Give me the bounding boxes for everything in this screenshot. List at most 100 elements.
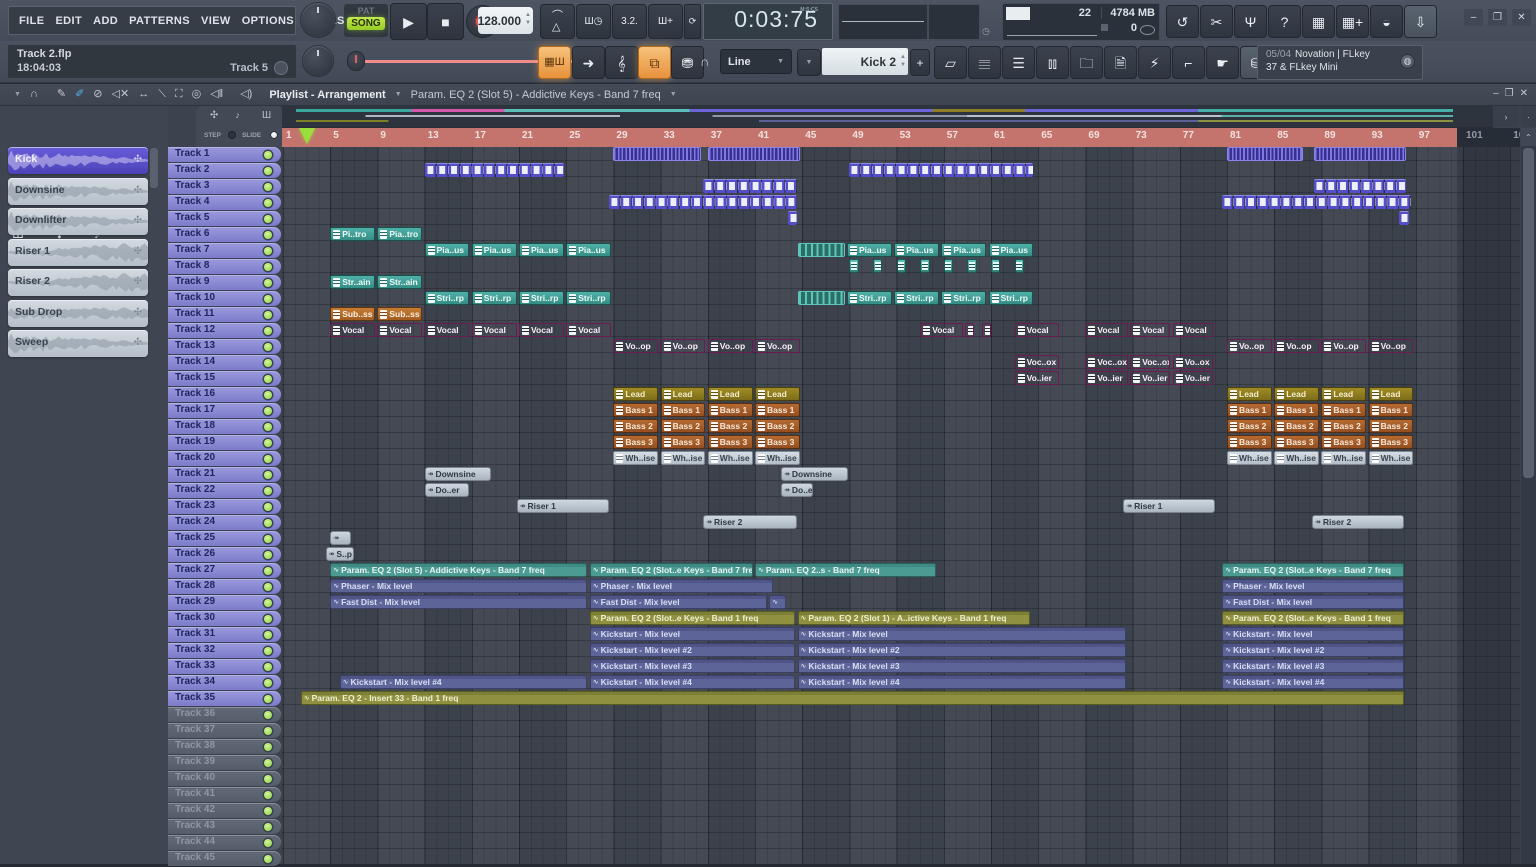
pattern-selector[interactable]: Kick 2 ▲▼: [822, 48, 908, 75]
clip-voc-ox[interactable]: Voc..ox: [1085, 355, 1128, 369]
pattern-card-downsine[interactable]: Downsine✣: [8, 178, 148, 205]
track-mute-led[interactable]: [264, 679, 272, 687]
stop-button[interactable]: ■: [427, 3, 464, 40]
add-pattern-button[interactable]: +: [910, 49, 930, 76]
clip-param-eq-2-slot-e-keys-band-7-freq[interactable]: ∿Param. EQ 2 (Slot..e Keys - Band 7 freq: [590, 563, 753, 577]
track-header-20[interactable]: Track 20: [168, 451, 281, 466]
save-as-button[interactable]: ▦+: [1336, 5, 1369, 38]
track-header-1[interactable]: Track 1: [168, 147, 281, 162]
channel-rack-button[interactable]: ☰: [1002, 46, 1035, 79]
clip-stri-rp[interactable]: Stri..rp: [519, 291, 564, 305]
clip-vocal[interactable]: Vocal: [472, 323, 517, 337]
touch-controller-button[interactable]: ☛: [1206, 46, 1239, 79]
playlist-grid[interactable]: Pi..troPia..troPia..usPia..usPia..usPia.…: [282, 147, 1520, 864]
countdown-button[interactable]: 3.2.: [612, 4, 647, 39]
clip-s-p[interactable]: ↠S..p: [326, 547, 354, 561]
clip-bass-3[interactable]: Bass 3: [708, 435, 753, 449]
playback-panel[interactable]: [928, 4, 980, 40]
picker-scrollbar[interactable]: [150, 148, 158, 188]
track-header-14[interactable]: Track 14: [168, 355, 281, 370]
track-mute-led[interactable]: [264, 327, 272, 335]
clip-vocal[interactable]: Vocal: [1015, 323, 1060, 337]
luxeverb-button[interactable]: ⌐: [1172, 46, 1205, 79]
track-header-19[interactable]: Track 19: [168, 435, 281, 450]
piano-roll-button[interactable]: 𝄙: [968, 46, 1001, 79]
channel-rack-focus-button[interactable]: ▦Ш: [538, 46, 571, 79]
clip-vocal[interactable]: Vocal: [1130, 323, 1170, 337]
clip-str-ain[interactable]: Str..ain: [377, 275, 422, 289]
clip-vo-op[interactable]: Vo..op: [661, 339, 706, 353]
clip-wh-ise[interactable]: Wh..ise: [613, 451, 658, 465]
clip-stri-rp[interactable]: Stri..rp: [566, 291, 611, 305]
track-mute-led[interactable]: [264, 439, 272, 447]
mixer-button[interactable]: ⫾⫾: [1036, 46, 1069, 79]
clip-pia-us[interactable]: Pia..us: [847, 243, 892, 257]
link-button[interactable]: ⧉: [638, 46, 671, 79]
metronome-button[interactable]: ⌒△: [540, 4, 575, 39]
track-mute-led[interactable]: [264, 375, 272, 383]
menu-item-edit[interactable]: EDIT: [55, 15, 82, 27]
minimap-scroll-right-button[interactable]: ›: [1493, 106, 1519, 127]
track-mute-led[interactable]: [264, 583, 272, 591]
clip-kickstart-mix-level-3[interactable]: ∿Kickstart - Mix level #3: [798, 659, 1126, 673]
clip-vocal[interactable]: Vocal: [1085, 323, 1128, 337]
track-mute-led[interactable]: [264, 423, 272, 431]
clip-vocal[interactable]: Vocal: [377, 323, 422, 337]
playback-tool-icon[interactable]: ◁‖: [210, 89, 223, 100]
clip-sq[interactable]: [967, 259, 976, 273]
wait-for-input-button[interactable]: Ш◷: [576, 4, 611, 39]
clip-sq[interactable]: [873, 259, 882, 273]
clip-kickstart-mix-level[interactable]: ∿Kickstart - Mix level: [590, 627, 795, 641]
track-mute-led[interactable]: [264, 775, 272, 783]
pattern-card-riser-2[interactable]: Riser 2✣: [8, 269, 148, 296]
clip-bass-2[interactable]: Bass 2: [613, 419, 658, 433]
clip-riser-2[interactable]: ↠Riser 2: [703, 515, 797, 529]
track-header-18[interactable]: Track 18: [168, 419, 281, 434]
clip-cells[interactable]: [609, 195, 798, 209]
window-close-button[interactable]: ✕: [1512, 9, 1531, 26]
clip-param-eq-2-s-band-7-freq[interactable]: ∿Param. EQ 2..s - Band 7 freq: [755, 563, 936, 577]
menu-item-options[interactable]: OPTIONS: [242, 15, 294, 27]
clip-sq[interactable]: [944, 259, 953, 273]
clip-lead[interactable]: Lead: [1274, 387, 1319, 401]
clip-kick[interactable]: [708, 147, 800, 161]
slider-handle[interactable]: [348, 52, 364, 70]
clip-lead[interactable]: Lead: [708, 387, 753, 401]
track-header-38[interactable]: Track 38: [168, 739, 281, 754]
clip-stri-rp[interactable]: Stri..rp: [847, 291, 892, 305]
clip-audio[interactable]: ↠: [330, 531, 351, 545]
pattern-card-downlifter[interactable]: Downlifter✣: [8, 208, 148, 235]
select-tool-icon[interactable]: ⛶: [175, 89, 183, 100]
draw-tool-icon[interactable]: ✎: [57, 89, 66, 100]
track-mute-led[interactable]: [264, 295, 272, 303]
clip-cells[interactable]: [1314, 179, 1406, 193]
clip-magenta[interactable]: [965, 323, 974, 337]
clip-pi-tro[interactable]: Pi..tro: [330, 227, 375, 241]
preview-speaker-icon[interactable]: ◁): [240, 89, 252, 100]
pattern-card-riser-1[interactable]: Riser 1✣: [8, 239, 148, 266]
clip-bass-1[interactable]: Bass 1: [708, 403, 753, 417]
track-mute-led[interactable]: [264, 503, 272, 511]
wave-tab-icon[interactable]: ✣: [210, 110, 218, 121]
track-mute-led[interactable]: [264, 279, 272, 287]
clip-lead[interactable]: Lead: [1321, 387, 1366, 401]
track-mute-led[interactable]: [264, 647, 272, 655]
pattern-card-sweep[interactable]: Sweep✣: [8, 330, 148, 357]
track-mute-led[interactable]: [264, 231, 272, 239]
playlist-button[interactable]: ▱: [934, 46, 967, 79]
clip-vocal[interactable]: Vocal: [566, 323, 611, 337]
track-header-40[interactable]: Track 40: [168, 771, 281, 786]
track-mute-led[interactable]: [264, 311, 272, 319]
clip-vo-ier[interactable]: Vo..ier: [1015, 371, 1060, 385]
playlist-menu-icon[interactable]: ▼: [14, 91, 21, 98]
clip-param-eq-2-slot-e-keys-band-7-freq[interactable]: ∿Param. EQ 2 (Slot..e Keys - Band 7 freq: [1222, 563, 1404, 577]
track-header-29[interactable]: Track 29: [168, 595, 281, 610]
clip-param-eq-2-slot-e-keys-band-1-freq[interactable]: ∿Param. EQ 2 (Slot..e Keys - Band 1 freq: [1222, 611, 1404, 625]
playlist-subtitle[interactable]: Param. EQ 2 (Slot 5) - Addictive Keys - …: [411, 89, 661, 101]
plugin-button[interactable]: ⚡: [1138, 46, 1171, 79]
help-button[interactable]: ?: [1268, 5, 1301, 38]
clip-cell[interactable]: [1399, 211, 1408, 225]
track-mute-led[interactable]: [264, 791, 272, 799]
track-header-5[interactable]: Track 5: [168, 211, 281, 226]
song-mode-label[interactable]: SONG: [347, 17, 385, 30]
